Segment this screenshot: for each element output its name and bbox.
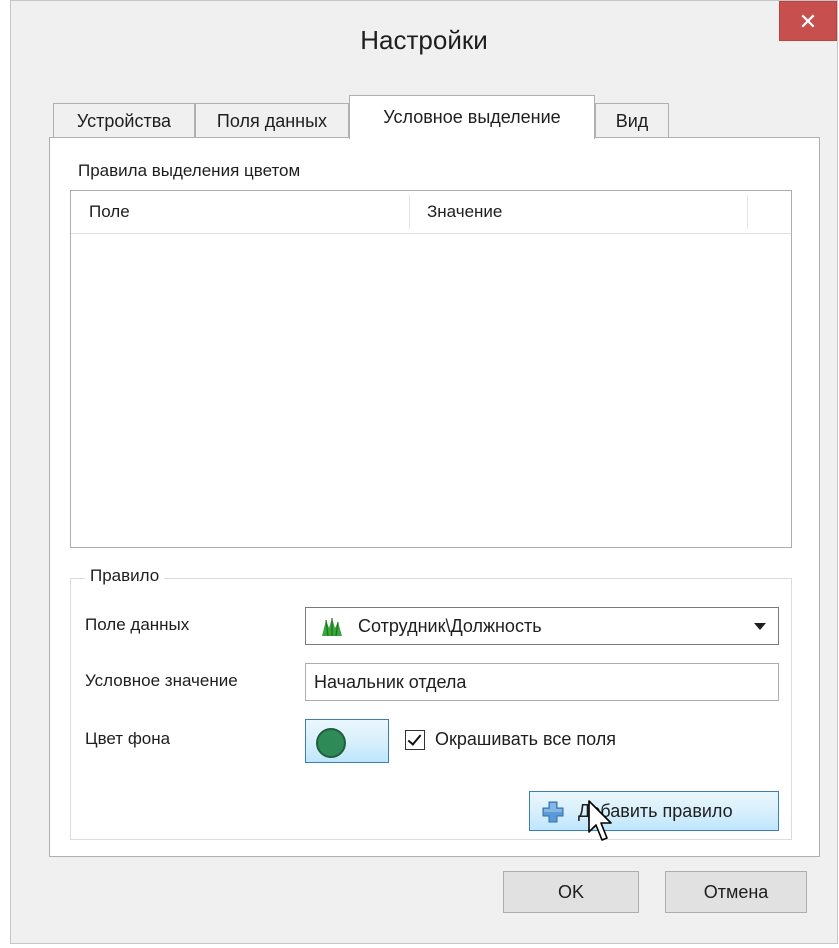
- rule-group: Правило Поле данных Сотрудник\Должность …: [70, 566, 792, 840]
- add-rule-button[interactable]: Добавить правило: [529, 791, 779, 831]
- plus-icon: [542, 801, 564, 823]
- conditional-value-input[interactable]: Начальник отдела: [305, 663, 779, 701]
- data-field-value: Сотрудник\Должность: [358, 616, 542, 636]
- rules-section-label: Правила выделения цветом: [78, 161, 301, 180]
- rule-group-label: Правило: [85, 566, 165, 586]
- tab-data-fields[interactable]: Поля данных: [195, 103, 349, 137]
- rules-list[interactable]: Поле Значение: [70, 190, 792, 548]
- tree-field-icon: [322, 618, 342, 637]
- cancel-button[interactable]: Отмена: [665, 871, 807, 913]
- column-divider[interactable]: [409, 195, 410, 229]
- color-all-fields-checkbox[interactable]: [405, 730, 425, 750]
- window-title: Настройки: [360, 25, 488, 55]
- title-bar: Настройки ✕: [11, 1, 837, 73]
- bg-color-button[interactable]: [305, 719, 389, 763]
- chevron-down-icon[interactable]: [754, 623, 766, 630]
- pointer-cursor-icon: [588, 800, 612, 841]
- column-header-value[interactable]: Значение: [427, 191, 502, 233]
- color-swatch: [316, 728, 346, 758]
- conditional-value-label: Условное значение: [85, 671, 238, 690]
- close-button[interactable]: ✕: [779, 1, 837, 41]
- tab-devices[interactable]: Устройства: [53, 103, 195, 137]
- data-field-dropdown[interactable]: Сотрудник\Должность: [305, 607, 779, 645]
- rules-list-header: Поле Значение: [71, 191, 791, 234]
- column-divider[interactable]: [747, 195, 748, 229]
- color-all-fields-label[interactable]: Окрашивать все поля: [435, 729, 616, 750]
- bg-color-label: Цвет фона: [85, 729, 171, 748]
- tab-view[interactable]: Вид: [595, 103, 669, 137]
- tab-conditional-highlighting[interactable]: Условное выделение: [349, 95, 595, 139]
- data-field-label: Поле данных: [85, 615, 190, 634]
- close-icon: ✕: [798, 9, 818, 34]
- column-header-field[interactable]: Поле: [89, 191, 130, 233]
- tab-page-conditional-highlighting: Правила выделения цветом Поле Значение П…: [49, 137, 820, 857]
- ok-button[interactable]: OK: [503, 871, 639, 913]
- settings-dialog: Настройки ✕ Устройства Поля данных Услов…: [10, 0, 838, 944]
